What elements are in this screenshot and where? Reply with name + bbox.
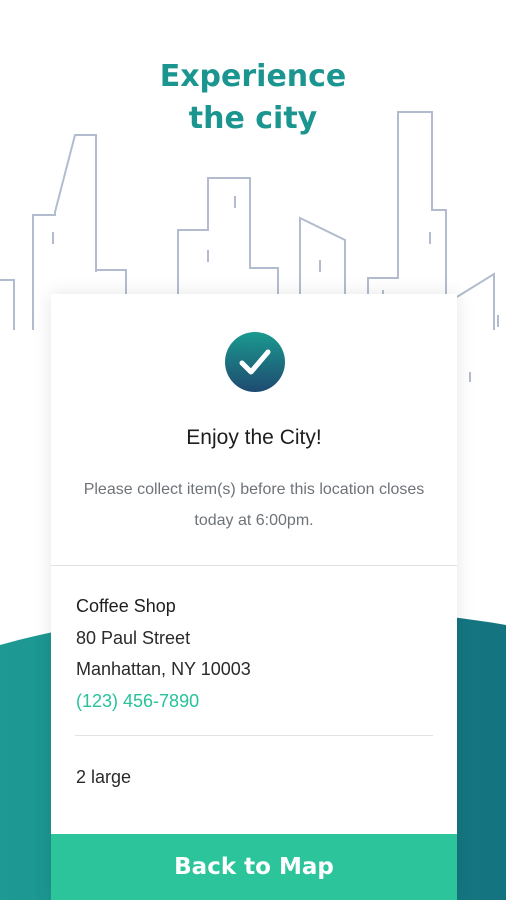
divider — [75, 735, 433, 736]
confirmation-card: Enjoy the City! Please collect item(s) b… — [51, 294, 457, 900]
check-circle-icon — [225, 332, 285, 392]
order-summary: 2 large — [76, 767, 132, 787]
confirmation-title: Enjoy the City! — [186, 426, 322, 449]
headline-line1: Experience — [159, 59, 347, 94]
address-line-1: 80 Paul Street — [76, 628, 191, 648]
pickup-message: Please collect item(s) before this locat… — [83, 481, 425, 529]
location-name: Coffee Shop — [76, 596, 176, 616]
address-line-2: Manhattan, NY 10003 — [76, 659, 251, 679]
headline-line2: the city — [188, 101, 318, 136]
phone-link[interactable]: (123) 456-7890 — [76, 691, 199, 712]
back-to-map-button[interactable]: Back to Map — [51, 834, 457, 900]
headline: Experience the city — [0, 56, 506, 140]
divider — [51, 565, 457, 566]
